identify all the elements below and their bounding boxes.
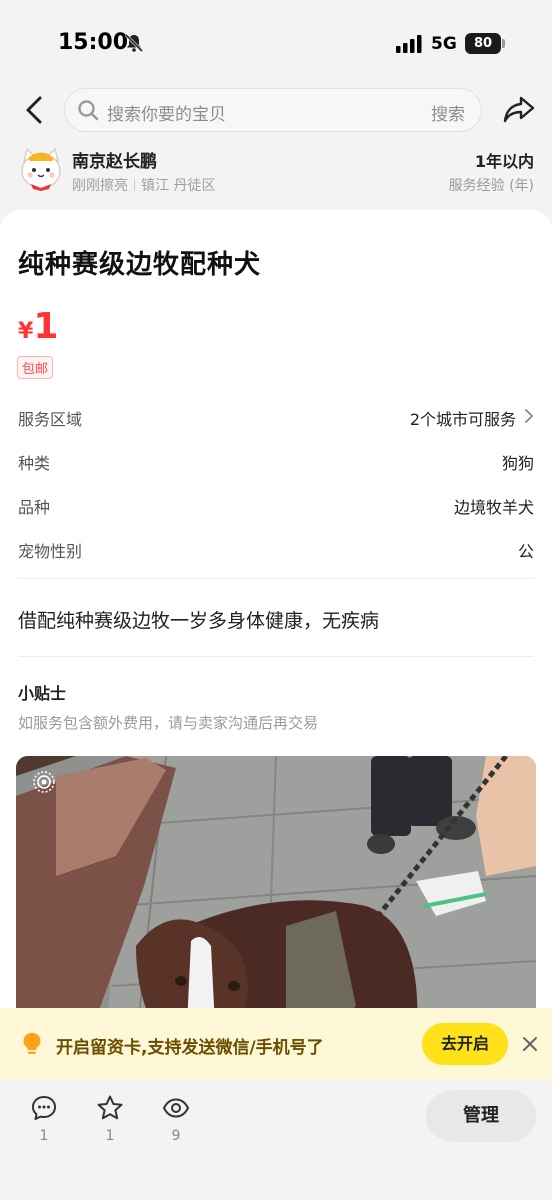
price-value: 1 [33, 306, 59, 347]
search-input[interactable]: 搜索你要的宝贝 [107, 100, 226, 125]
status-time: 15:00 [58, 30, 129, 55]
network-type: 5G [431, 34, 457, 54]
tips-text: 如服务包含额外费用，请与卖家沟通后再交易 [18, 714, 319, 732]
price-currency: ¥ [18, 319, 34, 344]
enable-button[interactable]: 去开启 [422, 1023, 508, 1065]
property-label-service-area: 服务区域 [18, 410, 83, 429]
property-label-gender: 宠物性别 [18, 542, 83, 561]
bottom-action-bar: 1 1 9 管理 [0, 1080, 552, 1200]
contact-card-banner: 开启留资卡,支持发送微信/手机号了 去开启 [0, 1008, 552, 1080]
listing-title: 纯种赛级边牧配种犬 [18, 250, 262, 280]
property-value-service-area[interactable]: 2个城市可服务 [410, 406, 516, 430]
free-shipping-tag: 包邮 [17, 356, 54, 379]
banner-text: 开启留资卡,支持发送微信/手机号了 [56, 1038, 324, 1058]
property-label-breed: 品种 [18, 498, 51, 517]
seller-meta: 刚刚擦亮 镇江 丹徒区 [72, 175, 215, 195]
seller-location: 镇江 丹徒区 [141, 178, 216, 194]
battery-indicator: 80 [465, 33, 501, 54]
favorite-action[interactable]: 1 [90, 1094, 130, 1144]
share-icon[interactable] [502, 94, 536, 126]
experience-value: 1年以内 [474, 152, 534, 171]
listing-photo[interactable] [16, 756, 536, 1040]
dog-photo-illustration [16, 756, 536, 1040]
comment-icon [32, 1096, 56, 1120]
eye-icon [163, 1098, 189, 1118]
divider [18, 656, 534, 657]
views-action[interactable]: 9 [156, 1094, 196, 1144]
comment-count: 1 [39, 1128, 49, 1144]
search-icon [78, 100, 99, 121]
listing-description: 借配纯种赛级边牧一岁多身体健康，无疾病 [18, 610, 380, 632]
bell-muted-icon [124, 33, 144, 53]
battery-tip [502, 39, 505, 48]
search-bar[interactable]: 搜索你要的宝贝 搜索 [64, 88, 482, 132]
manage-button[interactable]: 管理 [426, 1090, 536, 1142]
star-icon [97, 1095, 123, 1120]
property-value-gender: 公 [517, 542, 534, 561]
divider [18, 578, 534, 579]
price: ¥1 [18, 306, 58, 347]
chevron-right-icon[interactable] [522, 408, 536, 424]
view-count: 9 [171, 1128, 181, 1144]
live-photo-icon[interactable] [32, 770, 56, 794]
property-label-category: 种类 [18, 454, 51, 473]
signal-icon [396, 35, 422, 53]
last-active-text: 刚刚擦亮 [72, 178, 128, 194]
property-value-breed: 边境牧羊犬 [453, 498, 534, 517]
search-button[interactable]: 搜索 [431, 100, 465, 125]
back-icon[interactable] [20, 93, 50, 127]
close-icon[interactable] [520, 1034, 540, 1054]
tips-title: 小贴士 [18, 684, 67, 703]
status-bar: 15:00 5G 80 [0, 0, 552, 90]
favorite-count: 1 [105, 1128, 115, 1144]
lightbulb-icon [23, 1033, 41, 1054]
listing-card: 纯种赛级边牧配种犬 ¥1 包邮 服务区域 2个城市可服务 种类 狗狗 品种 边境… [0, 210, 552, 1040]
meta-divider [134, 179, 135, 191]
seller-name[interactable]: 南京赵长鹏 [72, 147, 157, 172]
property-value-category: 狗狗 [501, 454, 534, 473]
experience-label: 服务经验 (年) [448, 178, 534, 194]
avatar[interactable] [18, 143, 64, 191]
comment-action[interactable]: 1 [24, 1094, 64, 1144]
